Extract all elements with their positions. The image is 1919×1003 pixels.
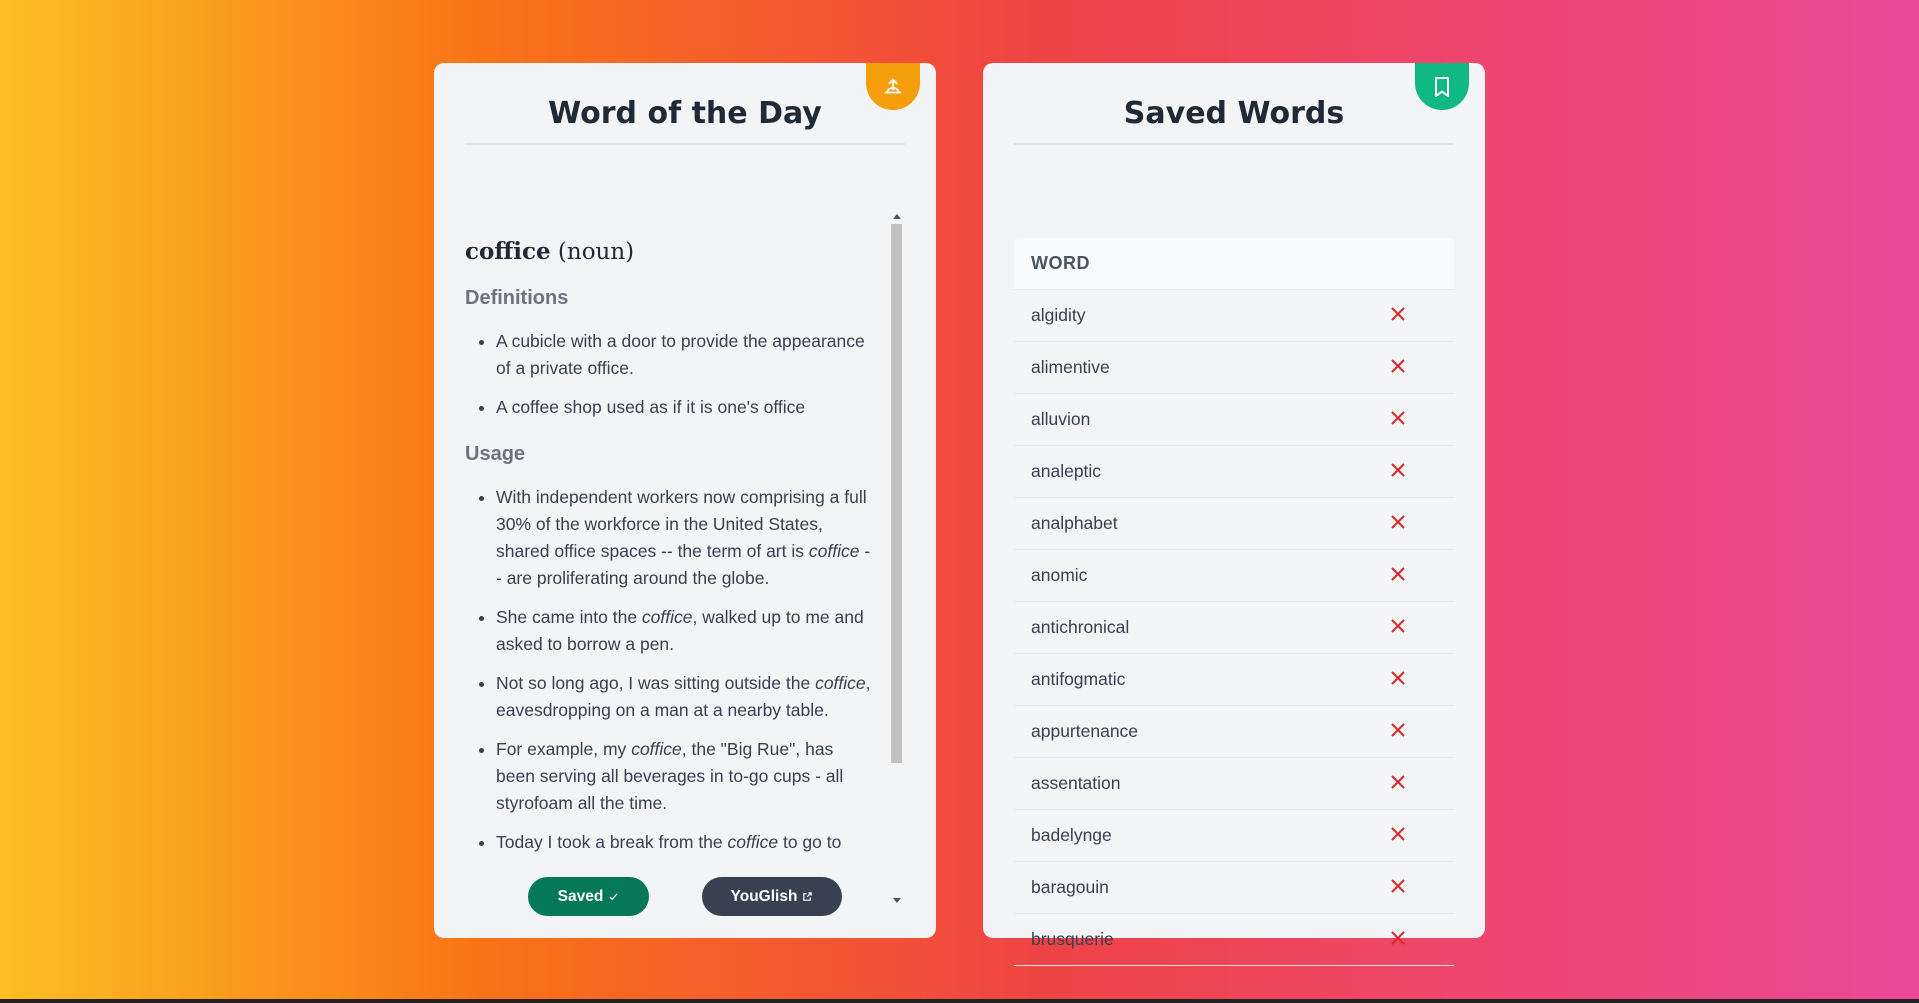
bookmark-icon (1435, 76, 1449, 97)
saved-word[interactable]: badelynge (1031, 825, 1112, 846)
table-row: anomic (1014, 550, 1454, 602)
usage-word-emphasis: coffice (727, 832, 779, 852)
youglish-button[interactable]: YouGlish (702, 877, 842, 916)
external-link-icon (803, 892, 813, 901)
delete-icon[interactable] (1389, 825, 1407, 843)
delete-icon[interactable] (1389, 305, 1407, 323)
saved-word[interactable]: appurtenance (1031, 721, 1138, 742)
table-row: appurtenance (1014, 706, 1454, 758)
part-of-speech: (noun) (557, 239, 635, 265)
saved-words-card: Saved Words WORD algidity alimentive alluv… (983, 63, 1485, 966)
delete-icon[interactable] (1389, 461, 1407, 479)
table-row: analeptic (1014, 446, 1454, 498)
table-row: alluvion (1014, 394, 1454, 446)
bottom-edge (0, 999, 1919, 1003)
delete-icon[interactable] (1389, 669, 1407, 687)
table-row: antichronical (1014, 602, 1454, 654)
saved-word[interactable]: analeptic (1031, 461, 1101, 482)
saved-word[interactable]: antifogmatic (1031, 669, 1125, 690)
saved-words-title: Saved Words (1014, 83, 1454, 145)
saved-word[interactable]: assentation (1031, 773, 1121, 794)
share-upload-button[interactable] (866, 63, 920, 110)
saved-word[interactable]: baragouin (1031, 877, 1109, 898)
saved-word[interactable]: analphabet (1031, 513, 1118, 534)
delete-icon[interactable] (1389, 357, 1407, 375)
saved-word[interactable]: algidity (1031, 305, 1085, 326)
table-row: baragouin (1014, 862, 1454, 914)
word-details-scroll-area[interactable]: coffice (noun) Definitions A cubicle wit… (465, 210, 904, 907)
delete-icon[interactable] (1389, 513, 1407, 531)
delete-icon[interactable] (1389, 617, 1407, 635)
scrollbar[interactable] (889, 210, 904, 907)
usage-item: Today I took a break from the coffice to… (496, 829, 875, 856)
saved-word[interactable]: anomic (1031, 565, 1087, 586)
scroll-up-arrow-icon[interactable] (893, 214, 901, 219)
word-column-header: WORD (1014, 238, 1454, 290)
usage-word-emphasis: coffice (631, 739, 682, 759)
usage-word-emphasis: coffice (815, 673, 866, 693)
definition-item: A cubicle with a door to provide the app… (496, 328, 875, 382)
table-row: brusquerie (1014, 914, 1454, 966)
share-upload-icon (884, 78, 902, 93)
table-row: algidity (1014, 290, 1454, 342)
delete-icon[interactable] (1389, 409, 1407, 427)
bookmark-button[interactable] (1415, 63, 1469, 110)
usage-list: With independent workers now comprising … (465, 484, 875, 856)
saved-words-list: algidity alimentive alluvion analeptic analp… (1014, 290, 1454, 966)
table-row: badelynge (1014, 810, 1454, 862)
usage-text-before: Not so long ago, I was sitting outside t… (496, 673, 816, 693)
saved-word[interactable]: brusquerie (1031, 929, 1114, 950)
scroll-down-arrow-icon[interactable] (893, 898, 901, 903)
usage-word-emphasis: coffice (641, 607, 693, 627)
delete-icon[interactable] (1389, 565, 1407, 583)
usage-text-after: to go to (778, 832, 842, 852)
saved-word[interactable]: alluvion (1031, 409, 1090, 430)
youglish-button-label: YouGlish (730, 887, 798, 905)
table-row: antifogmatic (1014, 654, 1454, 706)
table-row: assentation (1014, 758, 1454, 810)
scrollbar-thumb[interactable] (891, 224, 902, 763)
usage-heading: Usage (465, 443, 526, 465)
delete-icon[interactable] (1389, 721, 1407, 739)
saved-button-label: Saved (557, 887, 604, 905)
word-of-the-day-card: Word of the Day coffice (noun) Definitio… (434, 63, 936, 938)
delete-icon[interactable] (1389, 773, 1407, 791)
usage-word-emphasis: coffice (808, 541, 860, 561)
word: coffice (465, 238, 551, 265)
usage-item: For example, my coffice, the "Big Rue", … (496, 736, 875, 817)
usage-item: Not so long ago, I was sitting outside t… (496, 670, 875, 724)
word-details: coffice (noun) Definitions A cubicle wit… (465, 210, 875, 868)
saved-button[interactable]: Saved (528, 877, 649, 916)
table-row: analphabet (1014, 498, 1454, 550)
definition-item: A coffee shop used as if it is one's off… (496, 394, 875, 421)
delete-icon[interactable] (1389, 877, 1407, 895)
usage-text-before: Today I took a break from the (496, 832, 728, 852)
word-of-the-day-title: Word of the Day (465, 83, 905, 145)
word-heading: coffice (noun) (465, 238, 875, 265)
usage-item: With independent workers now comprising … (496, 484, 875, 592)
usage-text-before: For example, my (496, 739, 632, 759)
definitions-heading: Definitions (465, 287, 569, 309)
usage-text-before: She came into the (496, 607, 642, 627)
definitions-list: A cubicle with a door to provide the app… (465, 328, 875, 421)
checkmark-icon (609, 893, 618, 901)
saved-word[interactable]: alimentive (1031, 357, 1110, 378)
table-row: alimentive (1014, 342, 1454, 394)
saved-words-table[interactable]: WORD algidity alimentive alluvion analeptic… (1014, 238, 1454, 978)
usage-item: She came into the coffice, walked up to … (496, 604, 875, 658)
saved-word[interactable]: antichronical (1031, 617, 1129, 638)
delete-icon[interactable] (1389, 929, 1407, 947)
